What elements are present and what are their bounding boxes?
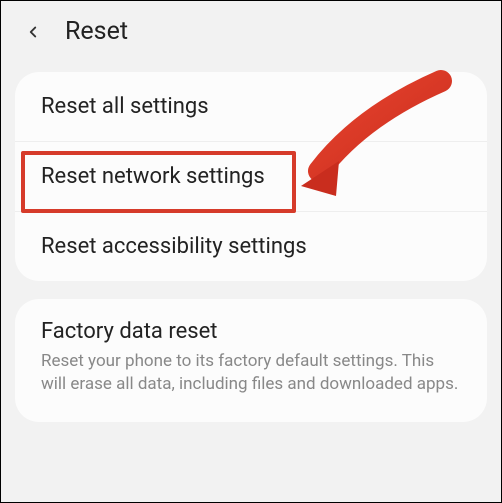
list-item-reset-network[interactable]: Reset network settings (15, 142, 487, 212)
list-item-description: Reset your phone to its factory default … (41, 350, 461, 396)
back-icon[interactable] (21, 20, 45, 44)
list-item-label: Factory data reset (41, 319, 461, 344)
settings-group-1: Reset all settings Reset network setting… (15, 72, 487, 281)
list-item-label: Reset all settings (41, 94, 209, 119)
page-title: Reset (65, 17, 128, 46)
list-item-reset-accessibility[interactable]: Reset accessibility settings (15, 212, 487, 281)
list-item-reset-all[interactable]: Reset all settings (15, 72, 487, 142)
list-item-factory-reset[interactable]: Factory data reset Reset your phone to i… (15, 299, 487, 422)
list-item-label: Reset network settings (41, 164, 265, 189)
list-item-label: Reset accessibility settings (41, 234, 307, 259)
header: Reset (1, 1, 501, 66)
settings-group-2: Factory data reset Reset your phone to i… (15, 299, 487, 422)
